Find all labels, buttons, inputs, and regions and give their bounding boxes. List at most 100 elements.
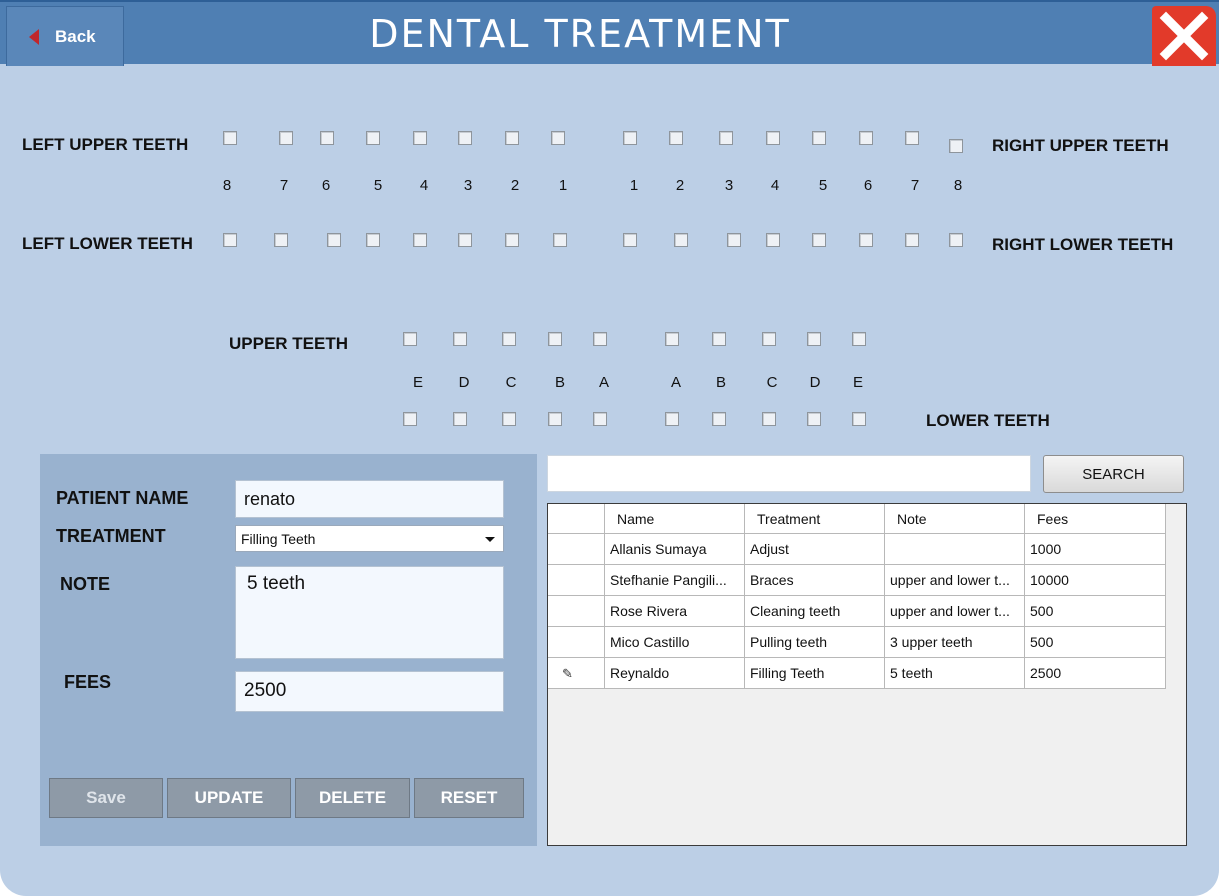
treatment-selected-value: Filling Teeth <box>241 531 316 547</box>
upper-tooth-right-1-checkbox[interactable] <box>623 131 637 145</box>
lower-primary-tooth-b-checkbox[interactable] <box>548 412 562 426</box>
row-header[interactable] <box>548 596 605 627</box>
lower-tooth-right-7-checkbox[interactable] <box>905 233 919 247</box>
lower-tooth-left-4-checkbox[interactable] <box>413 233 427 247</box>
lower-primary-tooth-c-checkbox[interactable] <box>762 412 776 426</box>
save-button[interactable]: Save <box>49 778 163 818</box>
column-header-name[interactable]: Name <box>605 504 745 534</box>
lower-tooth-right-6-checkbox[interactable] <box>859 233 873 247</box>
table-cell[interactable]: upper and lower t... <box>885 596 1025 627</box>
table-cell[interactable]: 500 <box>1025 596 1166 627</box>
tooth-number-label: 3 <box>463 177 473 194</box>
upper-tooth-left-7-checkbox[interactable] <box>279 131 293 145</box>
reset-button[interactable]: RESET <box>414 778 524 818</box>
lower-tooth-right-2-checkbox[interactable] <box>674 233 688 247</box>
tooth-number-label: 4 <box>770 177 780 194</box>
lower-tooth-right-8-checkbox[interactable] <box>949 233 963 247</box>
upper-primary-tooth-c-checkbox[interactable] <box>762 332 776 346</box>
tooth-number-label: 1 <box>558 177 568 194</box>
row-header[interactable] <box>548 565 605 596</box>
upper-tooth-right-5-checkbox[interactable] <box>812 131 826 145</box>
upper-tooth-left-2-checkbox[interactable] <box>505 131 519 145</box>
treatment-dropdown[interactable]: Filling Teeth <box>235 525 504 552</box>
lower-tooth-right-5-checkbox[interactable] <box>812 233 826 247</box>
upper-tooth-left-1-checkbox[interactable] <box>551 131 565 145</box>
upper-tooth-right-7-checkbox[interactable] <box>905 131 919 145</box>
table-cell[interactable]: upper and lower t... <box>885 565 1025 596</box>
upper-primary-tooth-a-checkbox[interactable] <box>665 332 679 346</box>
close-button[interactable] <box>1152 6 1216 66</box>
lower-tooth-right-4-checkbox[interactable] <box>766 233 780 247</box>
upper-tooth-right-6-checkbox[interactable] <box>859 131 873 145</box>
table-cell[interactable]: Cleaning teeth <box>745 596 885 627</box>
lower-tooth-left-6-checkbox[interactable] <box>327 233 341 247</box>
lower-primary-tooth-e-checkbox[interactable] <box>852 412 866 426</box>
lower-primary-tooth-d-checkbox[interactable] <box>453 412 467 426</box>
upper-tooth-right-4-checkbox[interactable] <box>766 131 780 145</box>
upper-tooth-right-8-checkbox[interactable] <box>949 139 963 153</box>
lower-primary-tooth-c-checkbox[interactable] <box>502 412 516 426</box>
treatment-label: TREATMENT <box>56 526 166 546</box>
table-cell[interactable]: 500 <box>1025 627 1166 658</box>
delete-button[interactable]: DELETE <box>295 778 410 818</box>
table-cell[interactable]: 5 teeth <box>885 658 1025 689</box>
table-cell[interactable]: 2500 <box>1025 658 1166 689</box>
upper-primary-tooth-e-checkbox[interactable] <box>403 332 417 346</box>
search-button[interactable]: SEARCH <box>1043 455 1184 493</box>
upper-primary-tooth-b-checkbox[interactable] <box>548 332 562 346</box>
table-cell[interactable]: Reynaldo <box>605 658 745 689</box>
table-cell[interactable]: 1000 <box>1025 534 1166 565</box>
table-cell[interactable] <box>885 534 1025 565</box>
lower-tooth-right-3-checkbox[interactable] <box>727 233 741 247</box>
upper-tooth-right-2-checkbox[interactable] <box>669 131 683 145</box>
lower-primary-tooth-a-checkbox[interactable] <box>665 412 679 426</box>
lower-primary-tooth-a-checkbox[interactable] <box>593 412 607 426</box>
table-cell[interactable]: 3 upper teeth <box>885 627 1025 658</box>
upper-primary-tooth-d-checkbox[interactable] <box>453 332 467 346</box>
search-input[interactable] <box>547 455 1031 492</box>
lower-tooth-left-2-checkbox[interactable] <box>505 233 519 247</box>
upper-primary-tooth-c-checkbox[interactable] <box>502 332 516 346</box>
lower-tooth-left-8-checkbox[interactable] <box>223 233 237 247</box>
table-cell[interactable]: Allanis Sumaya <box>605 534 745 565</box>
lower-tooth-left-7-checkbox[interactable] <box>274 233 288 247</box>
row-header[interactable] <box>548 534 605 565</box>
lower-tooth-left-5-checkbox[interactable] <box>366 233 380 247</box>
table-cell[interactable]: Pulling teeth <box>745 627 885 658</box>
row-header[interactable] <box>548 627 605 658</box>
column-header-treatment[interactable]: Treatment <box>745 504 885 534</box>
edit-pencil-icon: ✎ <box>562 666 573 681</box>
column-header-note[interactable]: Note <box>885 504 1025 534</box>
table-cell[interactable]: Adjust <box>745 534 885 565</box>
lower-tooth-right-1-checkbox[interactable] <box>623 233 637 247</box>
lower-tooth-left-3-checkbox[interactable] <box>458 233 472 247</box>
lower-tooth-left-1-checkbox[interactable] <box>553 233 567 247</box>
upper-tooth-left-4-checkbox[interactable] <box>413 131 427 145</box>
lower-primary-tooth-e-checkbox[interactable] <box>403 412 417 426</box>
upper-tooth-left-8-checkbox[interactable] <box>223 131 237 145</box>
table-cell[interactable]: Braces <box>745 565 885 596</box>
table-cell[interactable]: Mico Castillo <box>605 627 745 658</box>
upper-tooth-right-3-checkbox[interactable] <box>719 131 733 145</box>
update-button[interactable]: UPDATE <box>167 778 291 818</box>
upper-tooth-left-5-checkbox[interactable] <box>366 131 380 145</box>
table-cell[interactable]: Filling Teeth <box>745 658 885 689</box>
row-header[interactable]: ✎ <box>548 658 605 689</box>
table-cell[interactable]: 10000 <box>1025 565 1166 596</box>
column-header-fees[interactable]: Fees <box>1025 504 1166 534</box>
lower-primary-tooth-d-checkbox[interactable] <box>807 412 821 426</box>
upper-primary-tooth-b-checkbox[interactable] <box>712 332 726 346</box>
table-cell[interactable]: Rose Rivera <box>605 596 745 627</box>
patient-name-field[interactable]: renato <box>235 480 504 518</box>
table-cell[interactable]: Stefhanie Pangili... <box>605 565 745 596</box>
fees-field[interactable]: 2500 <box>235 671 504 712</box>
lower-primary-tooth-b-checkbox[interactable] <box>712 412 726 426</box>
upper-primary-tooth-a-checkbox[interactable] <box>593 332 607 346</box>
note-field[interactable]: 5 teeth <box>235 566 504 659</box>
upper-tooth-left-6-checkbox[interactable] <box>320 131 334 145</box>
upper-primary-tooth-d-checkbox[interactable] <box>807 332 821 346</box>
upper-tooth-left-3-checkbox[interactable] <box>458 131 472 145</box>
tooth-letter-label: E <box>852 374 863 391</box>
records-table: Name Treatment Note Fees Allanis Sumaya Adjus… <box>547 503 1187 846</box>
upper-primary-tooth-e-checkbox[interactable] <box>852 332 866 346</box>
